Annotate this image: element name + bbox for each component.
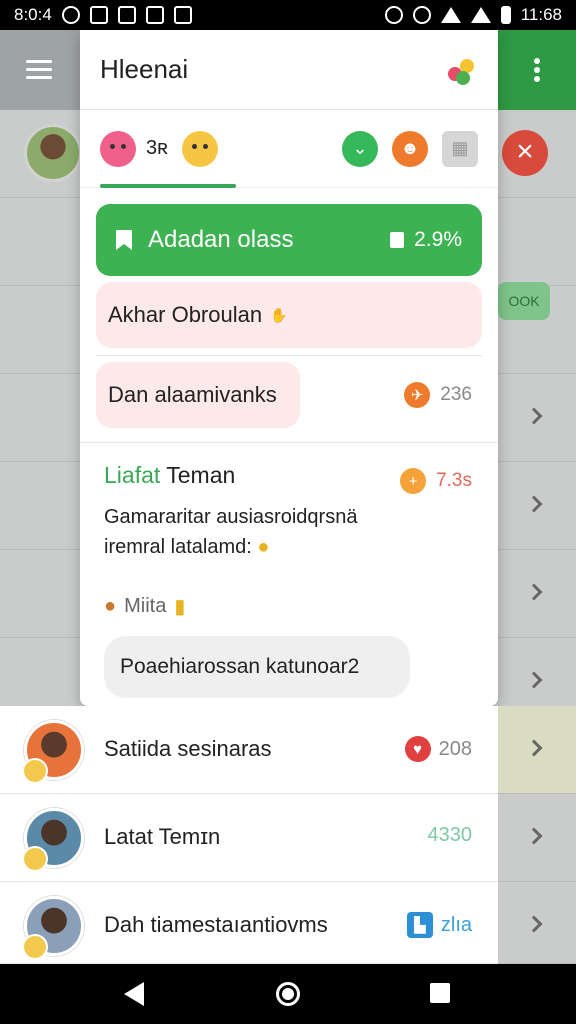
- chat-icon[interactable]: ⌄: [342, 130, 378, 167]
- highlight-card[interactable]: Adadan olass 2.9%: [96, 204, 482, 276]
- message-count: 7.3s: [436, 470, 472, 491]
- map-icon: ▙: [406, 912, 433, 938]
- list-item-pink-1[interactable]: Akhar Obroulan ✋: [96, 282, 482, 348]
- list-item-name: Dah tiamestaıantiovms: [104, 912, 328, 937]
- more-options-icon[interactable]: [534, 58, 540, 82]
- drawer-tabs: 3ʀ ⌄ ☻ ▦: [80, 110, 498, 188]
- alarm-icon: [384, 6, 403, 24]
- close-icon[interactable]: ×: [502, 130, 548, 176]
- background-ok-badge[interactable]: OOK: [498, 282, 550, 320]
- app-icon: [117, 6, 136, 24]
- message-body: Gamararitar ausiasroidqrsnä iremral lata…: [104, 502, 404, 562]
- drawer-panel: Hleenai 3ʀ ⌄ ☻ ▦ Adadan olass 2.9% Akhar…: [80, 30, 498, 706]
- chevron-right-icon[interactable]: [525, 407, 543, 425]
- avatar-badge-icon: [22, 758, 48, 784]
- pirate-emoji-icon[interactable]: ☻: [392, 130, 428, 167]
- emoji-love-icon[interactable]: [100, 130, 136, 167]
- chevron-right-icon[interactable]: [525, 739, 543, 757]
- percent-value: 2.9%: [414, 228, 462, 251]
- avatar: [24, 124, 82, 182]
- drawer-title: Hleenai: [100, 54, 189, 84]
- plus-icon: +: [400, 468, 427, 494]
- menu-icon[interactable]: [26, 60, 52, 79]
- bag-icon: [390, 232, 405, 248]
- signal-bars-icon: ▮: [174, 596, 186, 618]
- list-item-meta: ♥ 208: [404, 736, 472, 762]
- background-row: [498, 706, 576, 794]
- handshake-icon: ✋: [270, 306, 288, 323]
- reply-text: Poaehiarossan katunoar2: [120, 655, 360, 678]
- drawer-header: Hleenai: [80, 30, 498, 110]
- list-item-count: 208: [438, 737, 472, 760]
- app-logo-icon: [444, 53, 478, 87]
- list-item-label: Dan alaamivanks: [108, 382, 277, 407]
- wifi-icon: [440, 7, 461, 23]
- list-item-name: Latat Temɪn: [104, 824, 221, 849]
- status-time-left: 8:0:4: [14, 5, 52, 24]
- list-item[interactable]: Dah tiamestaıantiovms ▙ zlıa: [0, 882, 498, 964]
- list-item-name: Satiida sesinaras: [104, 736, 272, 761]
- battery-icon: [500, 6, 511, 24]
- signal-icon: [470, 7, 491, 23]
- list-item[interactable]: Latat Temɪn 4330: [0, 794, 498, 882]
- list-item-meta: 4330: [428, 824, 473, 847]
- emoji-icon: ●: [257, 536, 270, 558]
- list-item-pink-2[interactable]: Dan alaamivanks: [96, 362, 300, 428]
- tab-count: 3ʀ: [146, 137, 168, 159]
- background-accent-block: [496, 30, 576, 110]
- chevron-right-icon[interactable]: [525, 671, 543, 689]
- heart-icon: ♥: [404, 736, 431, 762]
- navigation-bar: [0, 964, 576, 1024]
- photo-icon: [145, 6, 164, 24]
- chevron-right-icon[interactable]: [525, 915, 543, 933]
- highlight-percent: 2.9%: [390, 228, 462, 252]
- chevron-right-icon[interactable]: [525, 827, 543, 845]
- avatar-badge-icon: [22, 934, 48, 960]
- chevron-right-icon[interactable]: [525, 583, 543, 601]
- message-title-rest: Teman: [166, 462, 236, 488]
- list-item-label: Akhar Obroulan: [108, 302, 263, 327]
- sender-emoji-icon: ●: [104, 595, 117, 617]
- list-item-count: 236: [440, 384, 472, 405]
- divider: [96, 355, 482, 356]
- avatar-badge-icon: [22, 846, 48, 872]
- cast-icon: [173, 6, 192, 24]
- message-sender: ● Miita ▮: [104, 594, 185, 619]
- background-row: [498, 794, 576, 882]
- back-icon[interactable]: [124, 982, 144, 1006]
- active-tab-indicator: [100, 184, 236, 188]
- sender-name: Miita: [124, 595, 167, 617]
- gallery-icon: [89, 6, 108, 24]
- list-item-meta: ✈ 236: [404, 382, 472, 408]
- status-time-right: 11:68: [520, 5, 562, 24]
- cart-icon[interactable]: ▦: [442, 130, 478, 167]
- sync-icon: [412, 6, 431, 24]
- message-title: Liafat Teman: [104, 462, 235, 489]
- highlight-label: Adadan olass: [148, 226, 294, 253]
- message-body-text: Gamararitar ausiasroidqrsnä iremral lata…: [104, 506, 358, 558]
- recent-apps-icon[interactable]: [430, 983, 450, 1003]
- background-row: [498, 882, 576, 964]
- list-item[interactable]: Satiida sesinaras ♥ 208: [0, 706, 498, 794]
- message-meta: + 7.3s: [400, 468, 472, 494]
- location-icon: [61, 6, 80, 24]
- status-bar: 8:0:4 11:68: [0, 0, 576, 30]
- chevron-right-icon[interactable]: [525, 495, 543, 513]
- bookmark-icon: [116, 230, 132, 250]
- emoji-smile-icon[interactable]: [181, 130, 218, 167]
- list-item-count: zlıa: [440, 913, 472, 936]
- plane-icon: ✈: [404, 382, 431, 408]
- list-item-meta: ▙ zlıa: [406, 912, 472, 938]
- home-icon[interactable]: [276, 982, 300, 1006]
- list-item-count: 4330: [427, 824, 473, 846]
- message-title-highlight: Liafat: [104, 462, 161, 488]
- reply-bubble[interactable]: Poaehiarossan katunoar2: [104, 636, 410, 698]
- divider: [80, 442, 498, 443]
